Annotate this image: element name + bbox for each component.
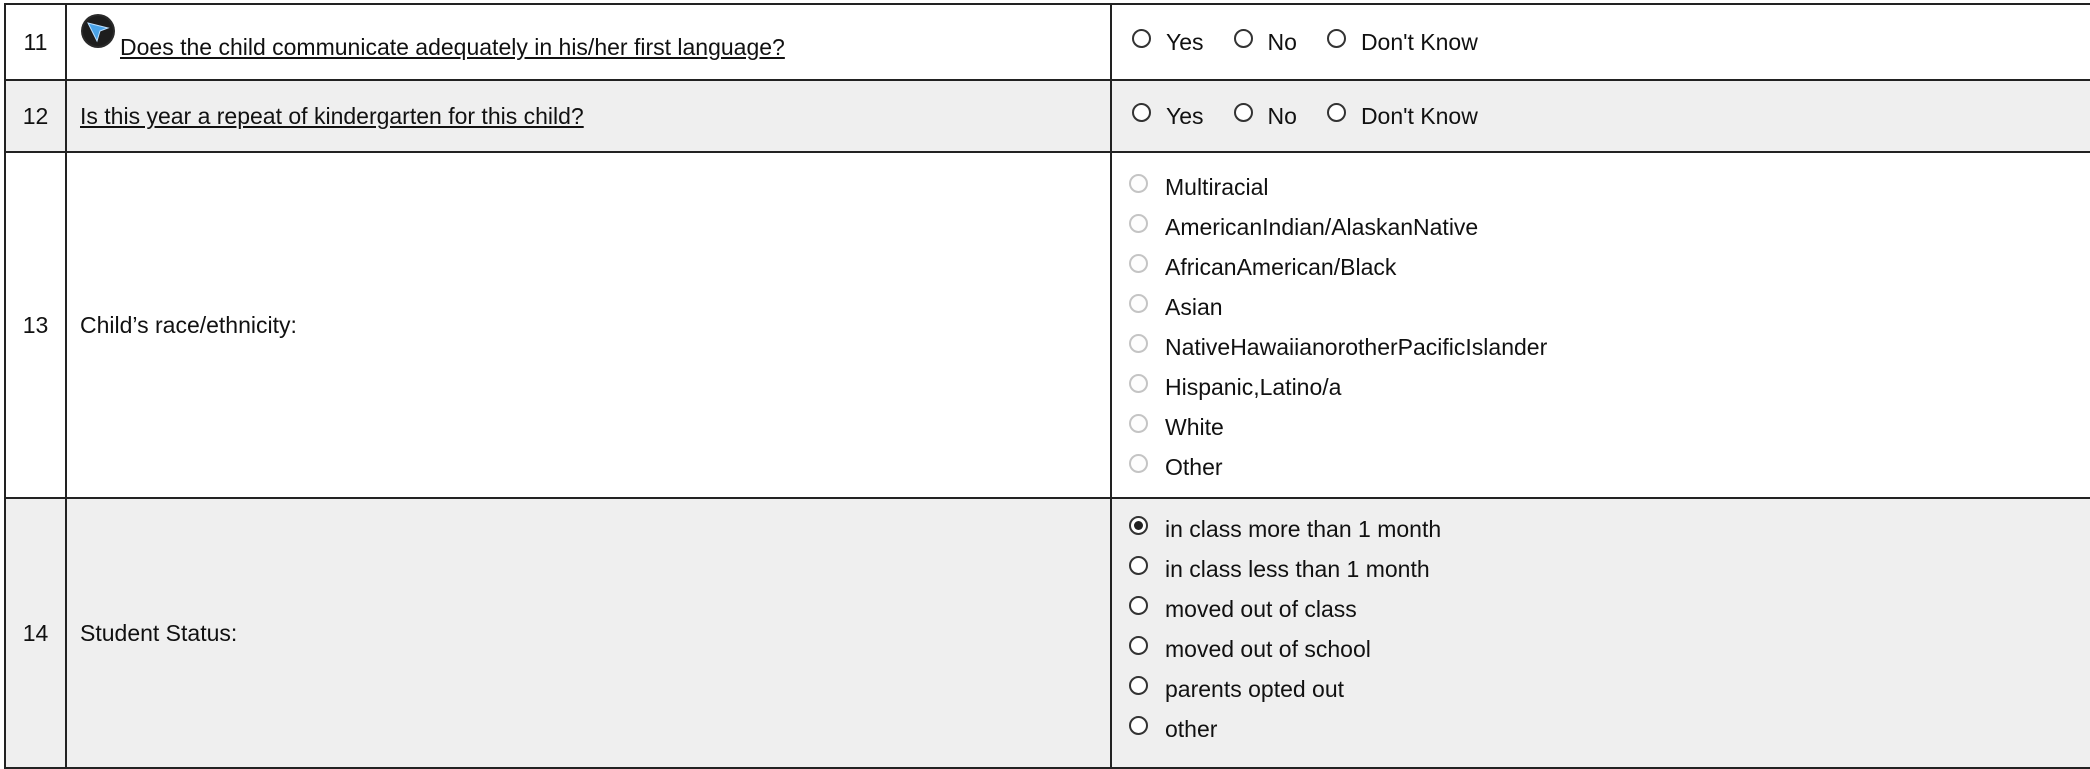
question-number: 13	[4, 151, 67, 499]
race-option-other[interactable]: Other	[1122, 447, 2090, 487]
radio-button[interactable]	[1129, 595, 1148, 615]
question-label: Child’s race/ethnicity:	[65, 151, 1112, 499]
race-option-asian[interactable]: Asian	[1122, 287, 2090, 327]
race-option-native-hawaiian[interactable]: NativeHawaiianorotherPacificIslander	[1122, 327, 2090, 367]
radio-button[interactable]	[1233, 28, 1253, 48]
radio-label: No	[1267, 28, 1297, 55]
radio-button[interactable]	[1129, 253, 1148, 273]
answer-cell: in class more than 1 month in class less…	[1110, 497, 2090, 769]
radio-label: Don't Know	[1360, 28, 1478, 55]
race-option-hispanic[interactable]: Hispanic,Latino/a	[1122, 367, 2090, 407]
status-option-moved-out-class[interactable]: moved out of class	[1122, 589, 2090, 629]
radio-label: No	[1267, 102, 1297, 129]
radio-button[interactable]	[1129, 173, 1148, 193]
radio-button[interactable]	[1129, 413, 1148, 433]
race-option-white[interactable]: White	[1122, 407, 2090, 447]
question-row-12: 12 Is this year a repeat of kindergarten…	[4, 79, 2090, 153]
radio-label: in class less than 1 month	[1165, 555, 1430, 582]
radio-option-no[interactable]: No	[1233, 28, 1297, 56]
radio-label: AmericanIndian/AlaskanNative	[1165, 213, 1479, 240]
survey-form-table: 11 Does the child communicate adequately…	[4, 3, 2090, 769]
radio-option-dont-know[interactable]: Don't Know	[1326, 102, 1478, 130]
radio-button[interactable]	[1129, 453, 1148, 473]
radio-label: Hispanic,Latino/a	[1165, 373, 1342, 400]
radio-label: Asian	[1165, 293, 1223, 320]
radio-option-dont-know[interactable]: Don't Know	[1326, 28, 1478, 56]
question-row-11: 11 Does the child communicate adequately…	[4, 3, 2090, 81]
answer-cell: Yes No Don't Know	[1110, 3, 2090, 81]
radio-button[interactable]	[1129, 715, 1148, 735]
radio-label: Yes	[1166, 28, 1204, 55]
question-label: Student Status:	[65, 497, 1112, 769]
radio-label: moved out of school	[1165, 635, 1371, 662]
race-option-american-indian[interactable]: AmericanIndian/AlaskanNative	[1122, 207, 2090, 247]
radio-label: moved out of class	[1165, 595, 1357, 622]
radio-button[interactable]	[1326, 28, 1346, 48]
radio-button[interactable]	[1129, 373, 1148, 393]
radio-button[interactable]	[1129, 635, 1148, 655]
status-option-moved-out-school[interactable]: moved out of school	[1122, 629, 2090, 669]
radio-label: Other	[1165, 453, 1223, 480]
radio-button[interactable]	[1129, 293, 1148, 313]
radio-option-yes[interactable]: Yes	[1132, 28, 1204, 56]
question-link[interactable]: Does the child communicate adequately in…	[120, 34, 785, 60]
status-option-parents-opted-out[interactable]: parents opted out	[1122, 669, 2090, 709]
answer-cell: Multiracial AmericanIndian/AlaskanNative…	[1110, 151, 2090, 499]
radio-label: Don't Know	[1360, 102, 1478, 129]
status-option-less-than-month[interactable]: in class less than 1 month	[1122, 549, 2090, 589]
radio-label: parents opted out	[1165, 675, 1345, 702]
status-option-more-than-month[interactable]: in class more than 1 month	[1122, 509, 2090, 549]
radio-button[interactable]	[1233, 102, 1253, 122]
answer-cell: Yes No Don't Know	[1110, 79, 2090, 153]
question-cell: Does the child communicate adequately in…	[65, 3, 1112, 81]
radio-label: other	[1165, 715, 1218, 742]
radio-label: AfricanAmerican/Black	[1165, 253, 1397, 280]
radio-label: White	[1165, 413, 1224, 440]
race-option-multiracial[interactable]: Multiracial	[1122, 167, 2090, 207]
radio-button-selected[interactable]	[1129, 515, 1148, 535]
race-option-african-american[interactable]: AfricanAmerican/Black	[1122, 247, 2090, 287]
radio-label: in class more than 1 month	[1165, 515, 1442, 542]
navigate-arrow-icon[interactable]	[80, 13, 116, 49]
status-option-other[interactable]: other	[1122, 709, 2090, 749]
radio-button[interactable]	[1326, 102, 1346, 122]
radio-label: Yes	[1166, 102, 1204, 129]
radio-button[interactable]	[1132, 28, 1151, 48]
radio-button[interactable]	[1129, 675, 1148, 695]
radio-label: Multiracial	[1165, 173, 1269, 200]
radio-button[interactable]	[1132, 102, 1151, 122]
question-link[interactable]: Is this year a repeat of kindergarten fo…	[80, 103, 584, 129]
radio-option-yes[interactable]: Yes	[1132, 102, 1204, 130]
question-cell: Is this year a repeat of kindergarten fo…	[65, 79, 1112, 153]
radio-label: NativeHawaiianorotherPacificIslander	[1165, 333, 1548, 360]
radio-option-no[interactable]: No	[1233, 102, 1297, 130]
question-number: 14	[4, 497, 67, 769]
question-number: 11	[4, 3, 67, 81]
radio-button[interactable]	[1129, 555, 1148, 575]
radio-button[interactable]	[1129, 213, 1148, 233]
radio-button[interactable]	[1129, 333, 1148, 353]
question-row-13: 13 Child’s race/ethnicity: Multiracial A…	[4, 151, 2090, 499]
question-number: 12	[4, 79, 67, 153]
question-row-14: 14 Student Status: in class more than 1 …	[4, 497, 2090, 769]
